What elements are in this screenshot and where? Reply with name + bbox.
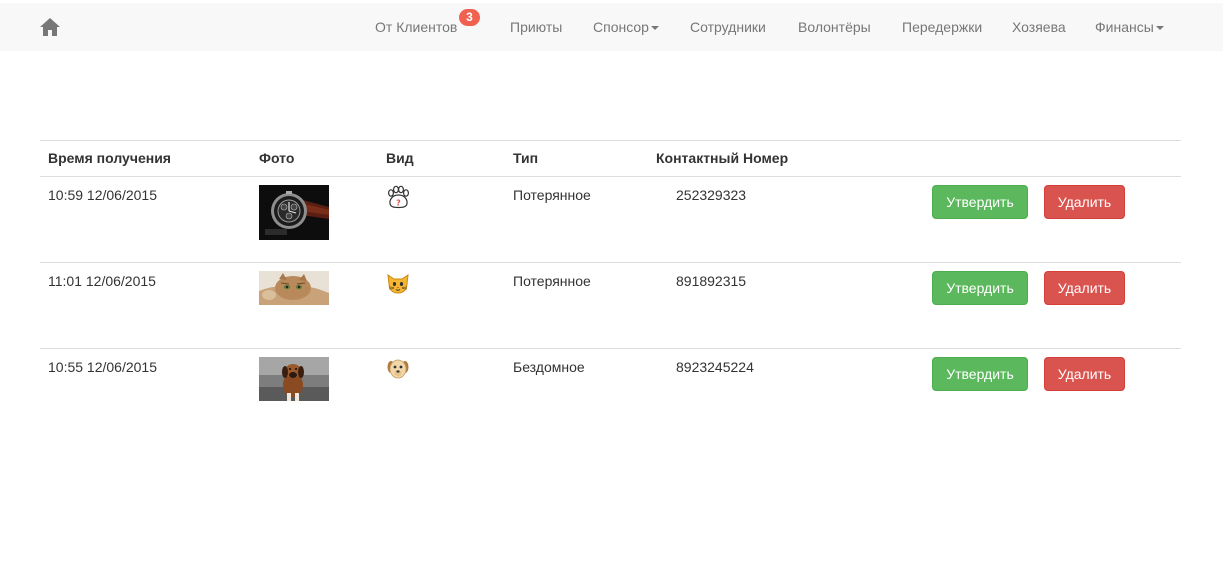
received-time: 10:59 12/06/2015 <box>48 187 157 203</box>
delete-button[interactable]: Удалить <box>1044 357 1125 391</box>
nav-item-label: Волонтёры <box>798 19 871 35</box>
approve-button[interactable]: Утвердить <box>932 271 1028 305</box>
nav-item-from-clients[interactable]: От Клиентов 3 <box>375 3 480 51</box>
column-header-phone: Контактный Номер <box>656 150 789 166</box>
nav-item-sponsor[interactable]: Спонсор <box>593 3 659 51</box>
nav-item-label: Передержки <box>902 19 983 35</box>
request-type: Бездомное <box>513 359 585 375</box>
nav-item-label: От Клиентов <box>375 19 458 35</box>
delete-button[interactable]: Удалить <box>1044 271 1125 305</box>
caret-down-icon <box>1155 26 1164 31</box>
approve-button[interactable]: Утвердить <box>932 185 1028 219</box>
delete-button[interactable]: Удалить <box>1044 185 1125 219</box>
navbar: От Клиентов 3 Приюты Спонсор Сотрудники … <box>0 3 1223 51</box>
nav-item-owners[interactable]: Хозяева <box>1012 3 1066 51</box>
approve-button[interactable]: Утвердить <box>932 357 1028 391</box>
nav-item-finance[interactable]: Финансы <box>1095 3 1164 51</box>
nav-item-foster[interactable]: Передержки <box>902 3 982 51</box>
received-time: 11:01 12/06/2015 <box>48 273 156 289</box>
nav-item-employees[interactable]: Сотрудники <box>690 3 766 51</box>
column-header-time: Время получения <box>48 150 171 166</box>
column-header-type: Тип <box>513 150 539 166</box>
received-time: 10:55 12/06/2015 <box>48 359 157 375</box>
request-type: Потерянное <box>513 273 591 289</box>
table-row: 10:59 12/06/2015 ? Потерянное 252329323 … <box>40 177 1181 263</box>
puppy-photo[interactable] <box>259 357 329 401</box>
nav-item-shelters[interactable]: Приюты <box>510 3 562 51</box>
nav-item-label: Приюты <box>510 19 563 35</box>
svg-text:?: ? <box>396 199 401 208</box>
nav-item-label: Сотрудники <box>690 19 766 35</box>
paw-question-icon: ? <box>386 185 410 209</box>
nav-menu: От Клиентов 3 Приюты Спонсор Сотрудники … <box>0 3 1223 51</box>
table-row: 11:01 12/06/2015 Потерянное 891892315 Ут… <box>40 263 1181 349</box>
dog-face-icon <box>386 357 410 381</box>
column-header-photo: Фото <box>259 150 295 166</box>
caret-down-icon <box>650 26 659 31</box>
cat-photo[interactable] <box>259 271 329 305</box>
contact-phone: 891892315 <box>676 273 747 289</box>
table-divider <box>40 140 1181 141</box>
contact-phone: 252329323 <box>676 187 747 203</box>
table-row: 10:55 12/06/2015 Бездомное 8923245224 Ут… <box>40 349 1181 429</box>
column-header-species: Вид <box>386 150 414 166</box>
wristwatch-photo[interactable] <box>259 185 329 240</box>
notification-badge: 3 <box>459 9 480 26</box>
nav-item-label: Хозяева <box>1012 19 1066 35</box>
nav-item-label: Спонсор <box>593 19 649 35</box>
cat-face-icon <box>386 271 410 295</box>
nav-item-label: Финансы <box>1095 19 1154 35</box>
request-type: Потерянное <box>513 187 591 203</box>
contact-phone: 8923245224 <box>676 359 754 375</box>
nav-item-volunteers[interactable]: Волонтёры <box>798 3 871 51</box>
